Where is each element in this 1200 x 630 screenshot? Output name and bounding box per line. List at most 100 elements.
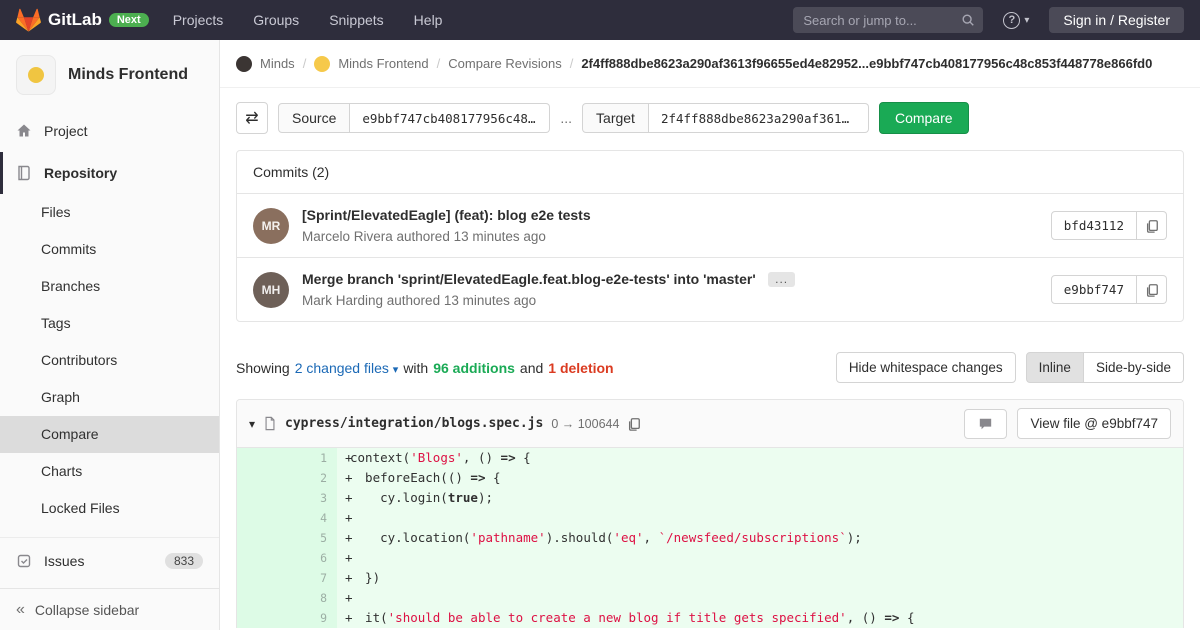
new-line-number[interactable]: 9 [287, 608, 337, 628]
sidebar-item-compare[interactable]: Compare [0, 416, 219, 453]
inline-toggle[interactable]: Inline [1025, 352, 1084, 383]
new-line-number[interactable]: 6 [287, 548, 337, 568]
sidebar-item-tags[interactable]: Tags [0, 305, 219, 342]
search-box[interactable] [793, 7, 984, 33]
file-icon [265, 416, 275, 431]
side-by-side-toggle[interactable]: Side-by-side [1083, 352, 1184, 383]
sidebar-item-issues[interactable]: Issues 833 [0, 537, 219, 579]
diff-code-cell: + cy.login(true); [337, 488, 1183, 508]
commit-sha-group: e9bbf747 [1050, 275, 1167, 304]
collapse-diff-caret[interactable]: ▾ [249, 417, 255, 431]
commit-title-link[interactable]: Merge branch 'sprint/ElevatedEagle.feat.… [302, 271, 756, 287]
sidebar-nav: Project Repository Files Commits Branche… [0, 110, 219, 579]
hide-whitespace-button[interactable]: Hide whitespace changes [835, 352, 1016, 383]
page-layout: Minds Frontend Project Repository Files … [0, 40, 1200, 630]
diff-file-panel: ▾ cypress/integration/blogs.spec.js 0 → … [236, 399, 1184, 628]
file-path: cypress/integration/blogs.spec.js [285, 416, 544, 431]
old-line-gutter [237, 468, 287, 488]
breadcrumb-project[interactable]: Minds Frontend [338, 56, 428, 71]
gitlab-logo[interactable]: GitLab Next [16, 8, 149, 32]
sidebar-item-locked-files[interactable]: Locked Files [0, 490, 219, 527]
diff-add-sign: + [345, 450, 353, 465]
swap-revisions-button[interactable]: ⇄ [236, 102, 268, 134]
sidebar-project-link[interactable]: Minds Frontend [0, 40, 219, 110]
breadcrumb-group[interactable]: Minds [260, 56, 295, 71]
target-input-group: Target [582, 103, 869, 133]
nav-projects[interactable]: Projects [173, 12, 224, 28]
old-line-gutter [237, 508, 287, 528]
copy-icon [1146, 283, 1158, 297]
with-label: with [403, 359, 429, 376]
copy-sha-button[interactable] [1137, 211, 1167, 240]
source-input-group: Source [278, 103, 551, 133]
diff-view-controls: Hide whitespace changes Inline Side-by-s… [835, 352, 1184, 383]
comment-icon [980, 418, 992, 429]
lightbulb-icon [28, 67, 44, 83]
gitlab-tanuki-icon [16, 8, 41, 32]
target-ref-input[interactable] [648, 103, 869, 133]
diff-line-row: 4 + [237, 508, 1183, 528]
sidebar-item-project[interactable]: Project [0, 110, 219, 152]
old-line-gutter [237, 608, 287, 628]
new-line-number[interactable]: 8 [287, 588, 337, 608]
new-line-number[interactable]: 3 [287, 488, 337, 508]
range-dots: ... [560, 110, 573, 126]
sidebar-item-branches[interactable]: Branches [0, 268, 219, 305]
search-input[interactable] [793, 12, 984, 28]
source-ref-input[interactable] [350, 103, 551, 133]
sidebar-item-contributors[interactable]: Contributors [0, 342, 219, 379]
sidebar-item-repository[interactable]: Repository [0, 152, 219, 194]
home-icon [17, 124, 31, 137]
old-line-gutter [237, 528, 287, 548]
comment-button[interactable] [964, 408, 1008, 439]
collapse-sidebar-button[interactable]: « Collapse sidebar [0, 588, 219, 630]
diff-code-cell: + [337, 588, 1183, 608]
copy-sha-button[interactable] [1137, 275, 1167, 304]
copy-file-path-button[interactable] [627, 417, 641, 431]
commit-description-expander[interactable]: ... [768, 272, 796, 288]
sidebar-item-graph[interactable]: Graph [0, 379, 219, 416]
breadcrumb-compare-revisions[interactable]: Compare Revisions [448, 56, 561, 71]
diff-code-cell: + beforeEach(() => { [337, 468, 1183, 488]
new-line-number[interactable]: 4 [287, 508, 337, 528]
diff-add-sign: + [345, 610, 353, 625]
commit-title-link[interactable]: [Sprint/ElevatedEagle] (feat): blog e2e … [302, 207, 591, 223]
changed-files-dropdown[interactable]: 2 changed files ▾ [295, 360, 399, 376]
sign-in-button[interactable]: Sign in / Register [1049, 7, 1184, 33]
diff-add-sign: + [345, 530, 353, 545]
issues-count-badge: 833 [164, 552, 203, 569]
project-avatar [16, 55, 56, 95]
new-line-number[interactable]: 2 [287, 468, 337, 488]
diff-file-header: ▾ cypress/integration/blogs.spec.js 0 → … [237, 400, 1183, 448]
sidebar-item-charts[interactable]: Charts [0, 453, 219, 490]
chevron-double-left-icon: « [16, 600, 25, 618]
new-line-number[interactable]: 7 [287, 568, 337, 588]
sidebar-item-commits[interactable]: Commits [0, 231, 219, 268]
nav-groups[interactable]: Groups [253, 12, 299, 28]
commit-row: MR [Sprint/ElevatedEagle] (feat): blog e… [237, 194, 1183, 258]
sidebar-item-label: Project [44, 123, 88, 139]
active-section-indicator [0, 152, 3, 194]
commit-sha-link[interactable]: bfd43112 [1050, 211, 1137, 240]
new-line-number[interactable]: 1 [287, 448, 337, 468]
diff-add-sign: + [345, 590, 353, 605]
sidebar-item-label: Issues [44, 552, 85, 569]
new-line-number[interactable]: 5 [287, 528, 337, 548]
commit-sha-link[interactable]: e9bbf747 [1050, 275, 1137, 304]
navbar-left: GitLab Next Projects Groups Snippets Hel… [16, 8, 442, 32]
help-menu[interactable]: ? ▾ [1003, 11, 1029, 29]
avatar: MR [253, 207, 289, 244]
old-line-gutter [237, 448, 287, 468]
view-file-button[interactable]: View file @ e9bbf747 [1017, 408, 1171, 439]
nav-snippets[interactable]: Snippets [329, 12, 383, 28]
project-title: Minds Frontend [68, 66, 188, 83]
changed-files-label: 2 changed files [294, 359, 389, 376]
sidebar-item-files[interactable]: Files [0, 194, 219, 231]
repository-icon [18, 165, 30, 181]
diff-code-cell: + }) [337, 568, 1183, 588]
compare-button[interactable]: Compare [878, 102, 969, 134]
commit-meta: Mark Harding authored 13 minutes ago [302, 293, 537, 308]
nav-help[interactable]: Help [414, 12, 443, 28]
brand-name: GitLab [48, 10, 102, 29]
commit-info: Merge branch 'sprint/ElevatedEagle.feat.… [302, 271, 1051, 308]
